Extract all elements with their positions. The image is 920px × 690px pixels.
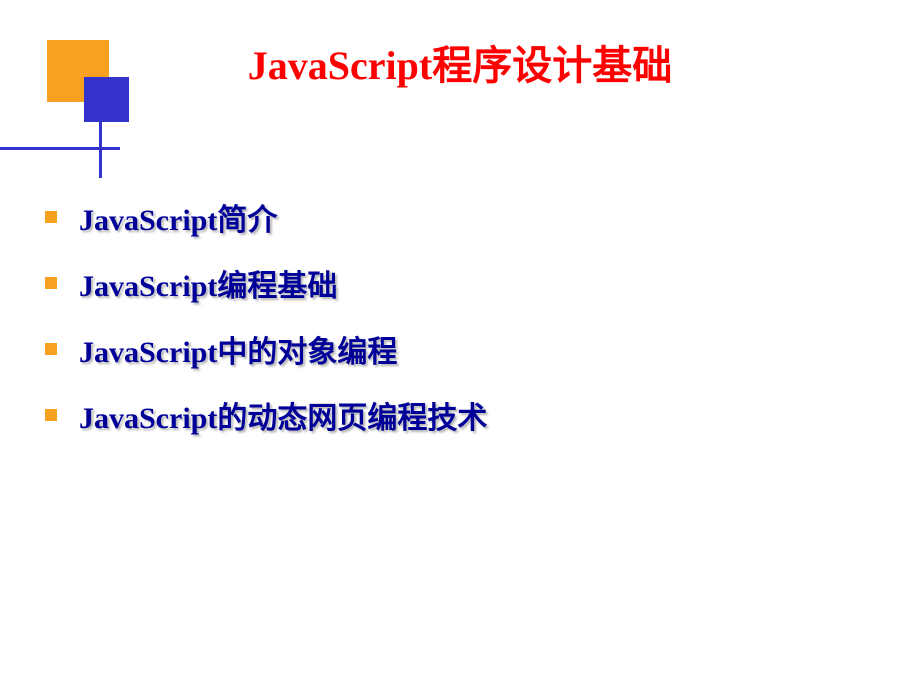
list-item: JavaScript中的对象编程	[45, 327, 487, 371]
decoration-corner	[0, 0, 120, 190]
slide: JavaScript程序设计基础 JavaScript简介 JavaScript…	[0, 0, 920, 690]
list-item: JavaScript简介	[45, 195, 487, 239]
list-item: JavaScript编程基础	[45, 261, 487, 305]
content-list: JavaScript简介 JavaScript编程基础 JavaScript中的…	[45, 195, 487, 459]
list-item-text: JavaScript的动态网页编程技术	[79, 393, 487, 437]
horizontal-line-shape	[0, 147, 120, 150]
list-item-text: JavaScript简介	[79, 195, 277, 239]
list-item-text: JavaScript中的对象编程	[79, 327, 397, 371]
bullet-icon	[45, 409, 57, 421]
list-item-text: JavaScript编程基础	[79, 261, 337, 305]
bullet-icon	[45, 211, 57, 223]
bullet-icon	[45, 277, 57, 289]
vertical-line-shape	[99, 122, 102, 178]
bullet-icon	[45, 343, 57, 355]
list-item: JavaScript的动态网页编程技术	[45, 393, 487, 437]
slide-title: JavaScript程序设计基础	[0, 33, 920, 91]
